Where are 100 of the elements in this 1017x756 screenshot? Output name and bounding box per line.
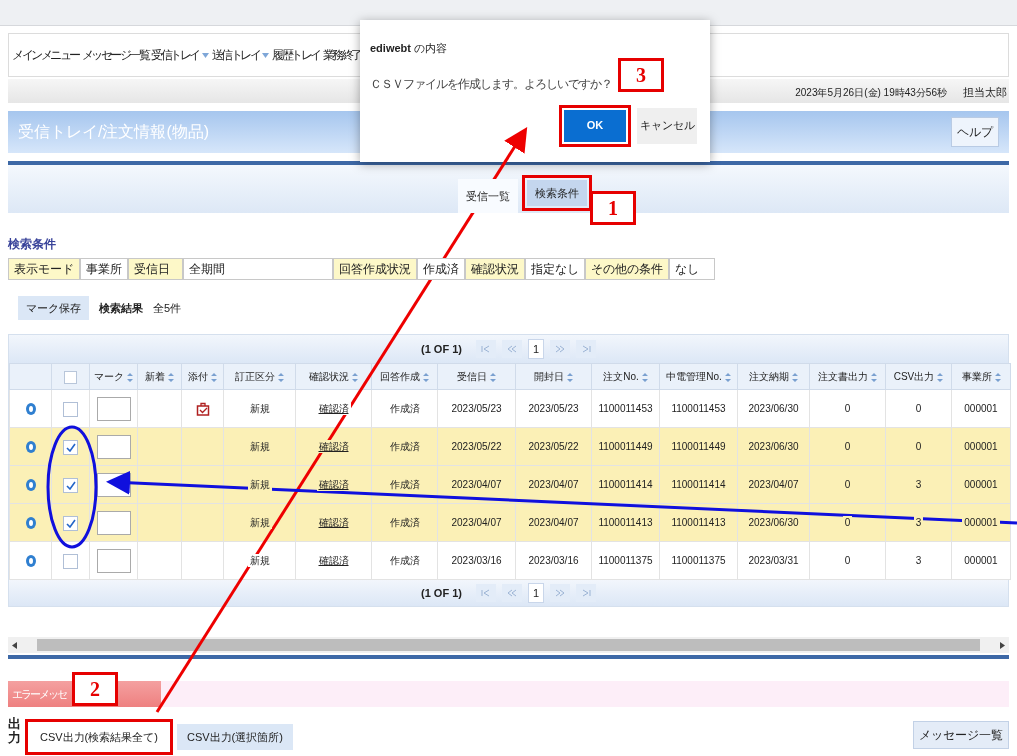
checkbox[interactable] <box>63 515 78 531</box>
table-cell: 作成済 <box>387 478 422 491</box>
status-link[interactable]: 確認済 <box>316 478 351 491</box>
menu-item[interactable]: メインメニュー <box>12 46 79 64</box>
sort-icon <box>724 372 731 382</box>
table-cell: 2023/04/07 <box>449 516 504 529</box>
dialog-title: ediwebt の内容 <box>370 41 447 56</box>
results-count: 全5件 <box>153 300 182 316</box>
column-header[interactable]: 訂正区分 <box>223 363 296 390</box>
table-cell: 3 <box>913 554 924 567</box>
table-cell: 000001 <box>962 440 1000 453</box>
menu-item[interactable]: 履歴トレイ <box>272 46 320 64</box>
info-icon[interactable] <box>25 403 36 416</box>
status-link[interactable]: 確認済 <box>316 402 351 415</box>
table-cell: 2023/05/22 <box>526 440 581 453</box>
help-button[interactable]: ヘルプ <box>951 117 999 147</box>
column-header[interactable]: 新着 <box>137 363 182 390</box>
page-summary: (1 OF 1) <box>421 341 462 357</box>
ok-button[interactable]: OK <box>564 109 626 142</box>
table-cell: 新規 <box>247 554 272 567</box>
checkbox[interactable] <box>64 370 77 384</box>
table-cell: 作成済 <box>387 440 422 453</box>
table-cell: 2023/05/22 <box>449 440 504 453</box>
table-cell: 2023/03/31 <box>746 554 801 567</box>
table-cell: 2023/05/23 <box>449 402 504 415</box>
message-list-button[interactable]: メッセージ一覧 <box>913 721 1009 749</box>
column-header[interactable]: 注文書出力 <box>809 363 886 390</box>
column-header[interactable]: 受信日 <box>437 363 516 390</box>
table-cell: 000001 <box>962 478 1000 491</box>
mark-input[interactable] <box>96 548 131 573</box>
menu-item[interactable]: メッセージ一覧 <box>81 46 148 64</box>
column-header[interactable]: 開封日 <box>515 363 592 390</box>
sort-icon <box>127 372 133 382</box>
cancel-button[interactable]: キャンセル <box>637 107 697 144</box>
table-cell: 000001 <box>962 402 1000 415</box>
table-cell: 0 <box>913 402 924 415</box>
table-cell: 1100011453 <box>596 402 655 415</box>
horizontal-scrollbar[interactable] <box>8 637 1009 653</box>
table-cell: 1100011414 <box>669 478 728 491</box>
condition-label: 確認状況 <box>465 258 525 280</box>
table-cell: 1100011449 <box>669 440 728 453</box>
sort-icon <box>567 372 573 382</box>
step-number: 3 <box>618 58 664 92</box>
checkbox[interactable] <box>63 553 78 569</box>
table-row[interactable]: 新規 確認済 作成済 2023/04/07 2023/04/07 1100011413 1100011413 2023/06/30 0 3 000001 <box>9 503 1011 542</box>
status-link[interactable]: 確認済 <box>316 516 351 529</box>
table-cell: 0 <box>842 440 853 453</box>
checkbox[interactable] <box>63 401 78 417</box>
column-header[interactable]: マーク <box>89 363 138 390</box>
mark-input[interactable] <box>96 510 131 535</box>
scroll-right-icon[interactable] <box>1000 641 1005 649</box>
csv-export-button[interactable]: CSV出力(選択箇所) <box>176 724 293 750</box>
info-icon[interactable] <box>25 517 36 530</box>
attachment-icon[interactable] <box>195 402 210 417</box>
status-link[interactable]: 確認済 <box>316 554 351 567</box>
table-cell: 新規 <box>247 478 272 491</box>
tab[interactable]: 受信一覧 <box>458 179 518 213</box>
results-label: 検索結果 <box>99 300 143 316</box>
table-cell: 作成済 <box>387 402 422 415</box>
column-header[interactable]: 事業所 <box>951 363 1011 390</box>
tab[interactable]: 検索条件 <box>527 180 587 206</box>
status-link[interactable]: 確認済 <box>316 440 351 453</box>
column-header[interactable]: CSV出力 <box>885 363 952 390</box>
dialog-message: ＣＳＶファイルを作成します。よろしいですか？ <box>370 75 612 93</box>
scroll-left-icon[interactable] <box>12 641 17 649</box>
table-cell: 2023/03/16 <box>526 554 581 567</box>
menu-item[interactable]: 送信トレイ <box>211 46 269 64</box>
checkbox[interactable] <box>63 439 78 455</box>
info-icon[interactable] <box>25 441 36 454</box>
mark-input[interactable] <box>96 434 131 459</box>
column-header[interactable]: 回答作成 <box>371 363 438 390</box>
condition-value: 全期間 <box>183 258 333 280</box>
table-row[interactable]: 新規 確認済 作成済 2023/05/22 2023/05/22 1100011449 1100011449 2023/06/30 0 0 000001 <box>9 427 1011 466</box>
column-header[interactable]: 注文No. <box>591 363 660 390</box>
table-cell: 1100011375 <box>669 554 728 567</box>
mark-input[interactable] <box>96 396 131 421</box>
table-cell: 1100011453 <box>669 402 728 415</box>
page-number[interactable]: 1 <box>527 339 544 359</box>
info-icon[interactable] <box>25 555 36 568</box>
table-cell: 000001 <box>962 516 1000 529</box>
column-header[interactable]: 中電管理No. <box>659 363 738 390</box>
table-cell: 3 <box>913 516 924 529</box>
column-header[interactable]: 注文納期 <box>737 363 810 390</box>
table-cell: 作成済 <box>387 554 422 567</box>
table-row[interactable]: 新規 確認済 作成済 2023/05/23 2023/05/23 1100011453 1100011453 2023/06/30 0 0 000001 <box>9 389 1011 428</box>
page-number[interactable]: 1 <box>527 583 544 603</box>
info-icon[interactable] <box>25 479 36 492</box>
mark-save-button[interactable]: マーク保存 <box>18 296 89 320</box>
sort-icon <box>937 372 944 382</box>
table-cell: 2023/05/23 <box>526 402 581 415</box>
column-header[interactable]: 確認状況 <box>295 363 372 390</box>
column-header[interactable]: 添付 <box>181 363 224 390</box>
table-row[interactable]: 新規 確認済 作成済 2023/04/07 2023/04/07 1100011414 1100011414 2023/04/07 0 3 000001 <box>9 465 1011 504</box>
table-cell: 1100011375 <box>596 554 655 567</box>
table-cell: 新規 <box>247 516 272 529</box>
condition-label: 表示モード <box>8 258 80 280</box>
table-row[interactable]: 新規 確認済 作成済 2023/03/16 2023/03/16 1100011375 1100011375 2023/03/31 0 3 000001 <box>9 541 1011 580</box>
checkbox[interactable] <box>63 477 78 493</box>
menu-item[interactable]: 受信トレイ <box>151 46 209 64</box>
menu-item[interactable]: 業務終了 <box>322 46 361 64</box>
